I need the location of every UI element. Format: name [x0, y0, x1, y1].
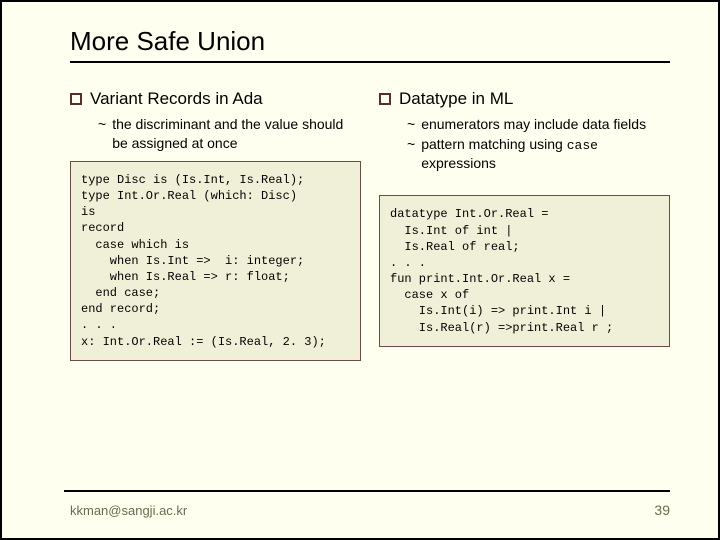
right-column: Datatype in ML ~ enumerators may include…	[379, 89, 670, 361]
right-heading-row: Datatype in ML	[379, 89, 670, 109]
page-number: 39	[654, 502, 670, 518]
right-code-box: datatype Int.Or.Real = Is.Int of int | I…	[379, 195, 670, 347]
square-bullet-icon	[70, 93, 82, 105]
left-code-box: type Disc is (Is.Int, Is.Real); type Int…	[70, 161, 361, 361]
left-heading: Variant Records in Ada	[90, 89, 263, 109]
footer-email: kkman@sangji.ac.kr	[70, 503, 187, 518]
right-sub-item-2: ~ pattern matching using case expression…	[407, 135, 670, 173]
left-sub-item: ~ the discriminant and the value should …	[98, 115, 361, 153]
tilde-icon: ~	[407, 115, 415, 134]
right-sub-text-2: pattern matching using case expressions	[421, 135, 670, 173]
right-sub-item-1: ~ enumerators may include data fields	[407, 115, 670, 134]
footer-divider	[64, 490, 670, 492]
left-column: Variant Records in Ada ~ the discriminan…	[70, 89, 361, 361]
tilde-icon: ~	[407, 135, 415, 173]
right-sub-text-1: enumerators may include data fields	[421, 115, 646, 134]
right-sub-list: ~ enumerators may include data fields ~ …	[379, 115, 670, 173]
slide-title: More Safe Union	[70, 26, 670, 63]
tilde-icon: ~	[98, 115, 106, 153]
left-heading-row: Variant Records in Ada	[70, 89, 361, 109]
left-sub-list: ~ the discriminant and the value should …	[70, 115, 361, 153]
content-columns: Variant Records in Ada ~ the discriminan…	[70, 89, 670, 361]
left-sub-text: the discriminant and the value should be…	[112, 115, 361, 153]
square-bullet-icon	[379, 93, 391, 105]
right-heading: Datatype in ML	[399, 89, 513, 109]
